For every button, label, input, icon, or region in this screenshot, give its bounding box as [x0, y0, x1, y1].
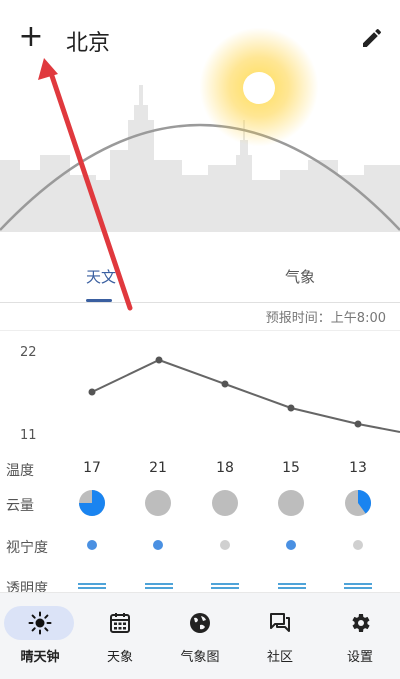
seeing-dot [87, 540, 97, 550]
transparency-indicator [344, 583, 372, 591]
gear-icon [352, 614, 370, 632]
temperature-value: 18 [216, 460, 234, 476]
tab-astronomy[interactable]: 天文 [41, 266, 161, 287]
globe-icon [190, 613, 210, 633]
transparency-indicator [145, 583, 173, 591]
cloud-cover-icon [145, 490, 171, 516]
temperature-point [354, 420, 362, 428]
city-title: 北京 [66, 31, 111, 56]
edit-pencil-icon[interactable] [360, 26, 384, 50]
divider [0, 330, 400, 331]
transparency-indicator [78, 583, 106, 591]
header: + 北京 [0, 0, 400, 232]
cloud-row-label: 云量 [6, 498, 34, 514]
nav-item-celestial[interactable]: 天象 [80, 593, 160, 679]
nav-item-clear-sky-clock[interactable]: 晴天钟 [0, 593, 80, 679]
nav-label: 设置 [346, 650, 373, 665]
forecast-time: 预报时间：上午8:00 [265, 311, 386, 326]
transparency-indicator [278, 583, 306, 591]
nav-item-weather-map[interactable]: 气象图 [160, 593, 240, 679]
temperature-value: 13 [349, 460, 367, 476]
temperature-point [287, 404, 295, 412]
temperature-line [91, 358, 400, 433]
cloud-cover-icon [345, 490, 371, 516]
bottom-nav: 晴天钟 天象 气象图 社区 设置 [0, 592, 400, 679]
seeing-dot [153, 540, 163, 550]
cloud-cover-icon [278, 490, 304, 516]
temperature-point [155, 356, 163, 364]
temperature-chart [88, 356, 400, 433]
nav-label: 天象 [106, 650, 133, 665]
cloud-cover-icon [79, 490, 105, 516]
sun-icon [243, 72, 275, 104]
seeing-row-label: 视宁度 [6, 540, 48, 556]
tab-weather[interactable]: 气象 [240, 266, 360, 287]
nav-item-community[interactable]: 社区 [240, 593, 320, 679]
calendar-icon [110, 613, 130, 633]
temperature-value: 15 [282, 460, 300, 476]
cloud-cover-icon [212, 490, 238, 516]
tab-bar: 天文 气象 [0, 232, 400, 303]
app-root: + 北京 天文 气象 预报时间：上午8:00 22 11 温度 17 21 18… [0, 0, 400, 679]
nav-label: 社区 [266, 650, 293, 665]
temperature-point [221, 380, 229, 388]
chat-icon [270, 613, 290, 632]
add-city-button[interactable]: + [17, 22, 45, 52]
temperature-row-label: 温度 [6, 463, 34, 479]
nav-item-settings[interactable]: 设置 [320, 593, 400, 679]
nav-label: 晴天钟 [20, 650, 60, 665]
sun-icon [28, 611, 52, 635]
seeing-dot [220, 540, 230, 550]
seeing-dot [286, 540, 296, 550]
temperature-value: 21 [149, 460, 167, 476]
temperature-value: 17 [83, 460, 101, 476]
nav-label: 气象图 [180, 650, 220, 665]
temperature-point [88, 388, 96, 396]
transparency-indicator [211, 583, 239, 591]
seeing-dot [353, 540, 363, 550]
active-tab-indicator [86, 299, 112, 302]
